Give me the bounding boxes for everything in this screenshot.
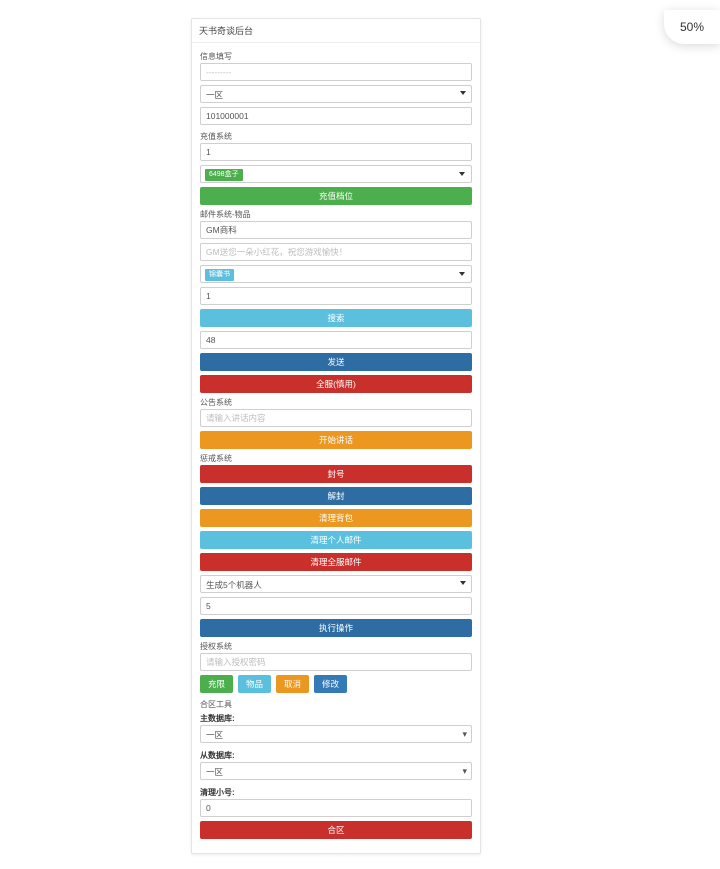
announce-button[interactable]: 开始讲话 (200, 431, 472, 449)
section-label-mail: 邮件系统-物品 (200, 209, 472, 220)
clear-bag-button[interactable]: 清理背包 (200, 509, 472, 527)
id-input[interactable] (200, 107, 472, 125)
zoom-badge: 50% (664, 10, 720, 44)
merge-button[interactable]: 合区 (200, 821, 472, 839)
section-label-recharge: 充值系统 (200, 131, 472, 142)
auth-password-input[interactable] (200, 653, 472, 671)
main-db-select[interactable]: 一区 (200, 725, 472, 743)
zoom-value: 50% (680, 20, 704, 34)
panel-title: 天书奇谈后台 (192, 19, 480, 43)
auth-cancel-button[interactable]: 取消 (276, 675, 309, 693)
auth-buttons-row: 充限 物品 取消 修改 (200, 675, 472, 697)
clear-sub-label: 清理小号: (200, 787, 472, 798)
recharge-button[interactable]: 充值档位 (200, 187, 472, 205)
clear-personal-mail-button[interactable]: 清理个人邮件 (200, 531, 472, 549)
pill-label: 6498盒子 (205, 169, 243, 181)
unban-button[interactable]: 解封 (200, 487, 472, 505)
caret-down-icon (459, 172, 465, 176)
recharge-num-input[interactable] (200, 143, 472, 161)
from-db-label: 从数据库: (200, 750, 472, 761)
recharge-item-select[interactable]: 6498盒子 (200, 165, 472, 183)
section-label-punish: 惩戒系统 (200, 453, 472, 464)
admin-panel: 天书奇谈后台 信息填写 一区 充值系统 6498盒子 充值档位 邮件系统-物品 … (191, 18, 481, 854)
section-label-signal: 信息填写 (200, 51, 472, 62)
announce-input[interactable] (200, 409, 472, 427)
section-label-auth: 授权系统 (200, 641, 472, 652)
auth-modify-button[interactable]: 修改 (314, 675, 347, 693)
robot-num-input[interactable] (200, 597, 472, 615)
from-db-select[interactable]: 一区 (200, 762, 472, 780)
clear-all-mail-button[interactable]: 清理全服邮件 (200, 553, 472, 571)
auth-item-button[interactable]: 物品 (238, 675, 271, 693)
caret-down-icon (459, 272, 465, 276)
mail-title-input[interactable] (200, 221, 472, 239)
all-server-button[interactable]: 全服(慎用) (200, 375, 472, 393)
signal-input[interactable] (200, 63, 472, 81)
mail-content-input[interactable] (200, 243, 472, 261)
mail-num-input[interactable] (200, 287, 472, 305)
panel-body: 信息填写 一区 充值系统 6498盒子 充值档位 邮件系统-物品 锦囊书 搜索 … (192, 43, 480, 845)
pill-label: 锦囊书 (205, 269, 234, 281)
clear-sub-input[interactable] (200, 799, 472, 817)
mail-item-select[interactable]: 锦囊书 (200, 265, 472, 283)
mail-amount-input[interactable] (200, 331, 472, 349)
section-label-merge-tool: 合区工具 (200, 699, 472, 710)
execute-button[interactable]: 执行操作 (200, 619, 472, 637)
send-button[interactable]: 发送 (200, 353, 472, 371)
main-db-label: 主数据库: (200, 713, 472, 724)
robot-action-select[interactable]: 生成5个机器人 (200, 575, 472, 593)
ban-button[interactable]: 封号 (200, 465, 472, 483)
section-label-announce: 公告系统 (200, 397, 472, 408)
zone-select[interactable]: 一区 (200, 85, 472, 103)
auth-full-button[interactable]: 充限 (200, 675, 233, 693)
search-button[interactable]: 搜索 (200, 309, 472, 327)
